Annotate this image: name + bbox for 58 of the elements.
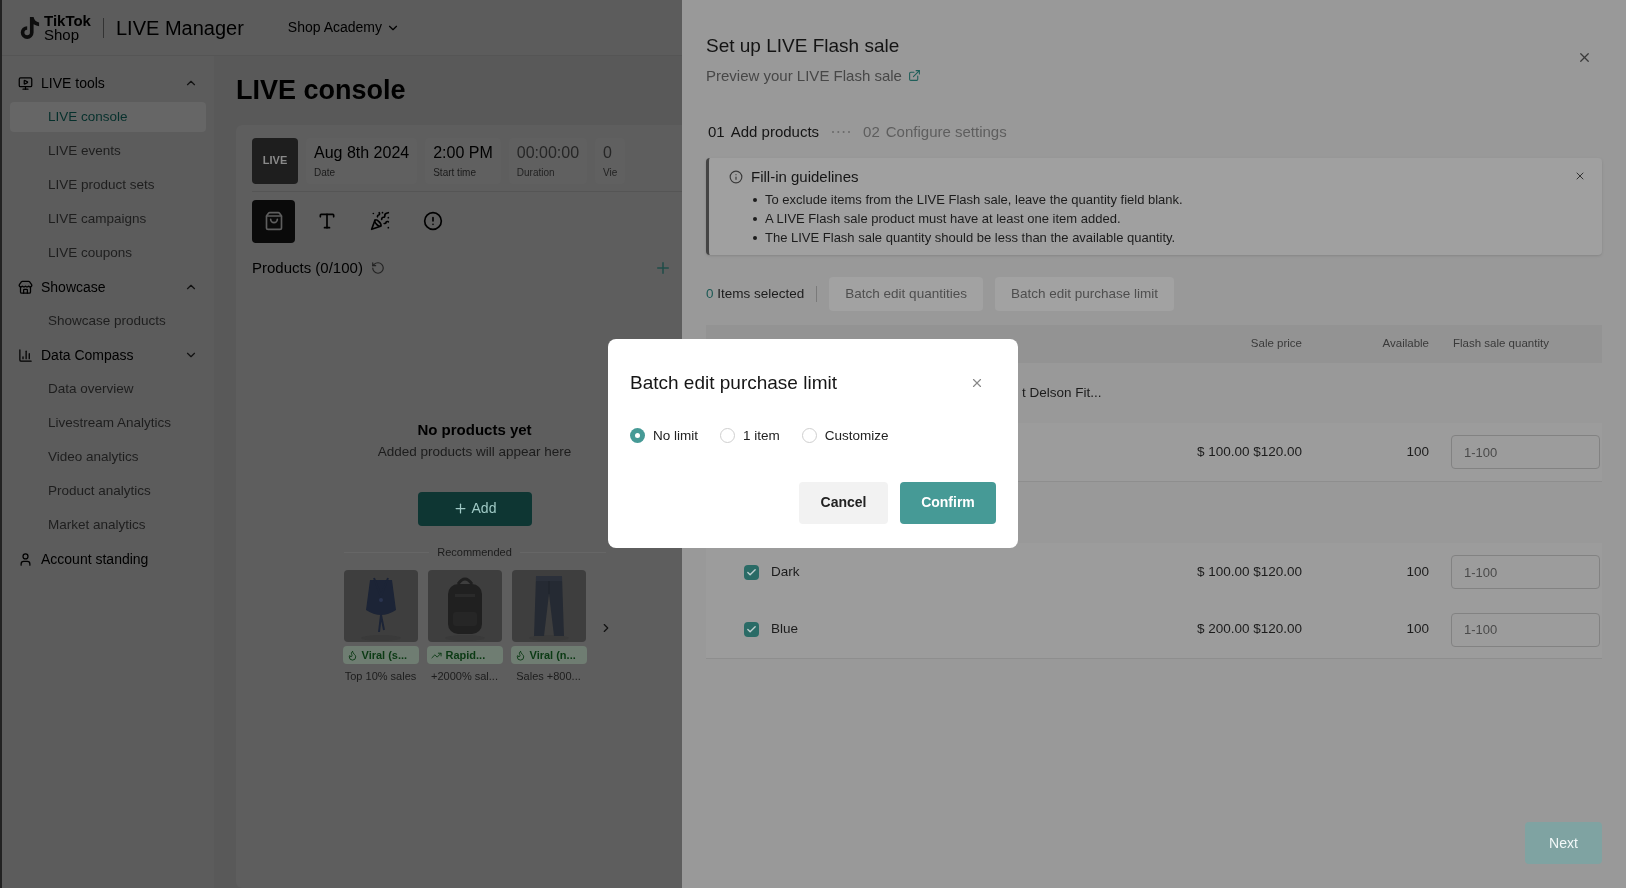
available-cell-text: 100 <box>1405 562 1429 581</box>
guideline-text: The LIVE Flash sale quantity should be less than the available quantity. <box>753 228 1586 247</box>
cancel-button[interactable]: Cancel <box>799 481 888 524</box>
selected-count: 0 Items selected <box>706 284 805 303</box>
sidebar-section[interactable]: Account standing <box>41 548 198 570</box>
variant-name: Blue <box>771 620 799 639</box>
sidebar-item[interactable]: LIVE console <box>10 102 206 132</box>
products-title: Products (0/100) <box>252 257 363 278</box>
shop-academy-menu[interactable]: Shop Academy <box>287 17 400 38</box>
radio-option[interactable]: 1 item <box>720 425 780 446</box>
product-caption: Top 10% sales <box>344 669 417 685</box>
sidebar-item[interactable]: LIVE coupons <box>10 238 206 268</box>
quantity-input[interactable]: 1-100 <box>1451 612 1600 647</box>
price-cell-text: $ 100.00 $120.00 <box>1195 562 1302 581</box>
step-tab[interactable]: 02 Configure settings <box>863 121 1007 144</box>
sidebar-item[interactable]: LIVE campaigns <box>10 204 206 234</box>
empty-text: Added products will appear here <box>377 442 572 461</box>
drawer-title: Set up LIVE Flash sale <box>706 34 901 58</box>
product-name: t Delson Fit... <box>1022 383 1102 402</box>
column-header: Sale price <box>1249 336 1302 352</box>
quantity-input[interactable]: 1-100 <box>1451 435 1600 469</box>
sidebar-item[interactable]: LIVE product sets <box>10 170 206 200</box>
sidebar-item[interactable]: Showcase products <box>10 306 206 336</box>
price-cell-text: $ 100.00 $120.00 <box>1195 442 1302 461</box>
guideline-text: A LIVE Flash sale product must have at least one item added. <box>753 209 1586 228</box>
sidebar-section[interactable]: Data Compass <box>41 344 176 366</box>
dialog-title: Batch edit purchase limit <box>630 371 837 395</box>
column-header: Available <box>1381 336 1429 352</box>
column-header: Flash sale quantity <box>1452 336 1550 352</box>
product-caption: Sales +800... <box>516 669 581 685</box>
recommended-label: Recommended <box>437 544 512 560</box>
available-cell-text: 100 <box>1405 620 1429 639</box>
sidebar-item[interactable]: Market analytics <box>10 510 206 540</box>
sidebar-item[interactable]: Video analytics <box>10 442 206 472</box>
sidebar-section[interactable]: LIVE tools <box>41 72 176 94</box>
radio-option[interactable]: Customize <box>801 425 889 446</box>
product-caption: +2000% sal... <box>431 669 498 685</box>
confirm-button[interactable]: Confirm <box>900 481 996 524</box>
step-tab[interactable]: 01 Add products <box>708 121 820 144</box>
page-title: LIVE console <box>236 74 407 107</box>
add-button[interactable]: Add <box>417 491 532 526</box>
sidebar-item[interactable]: LIVE events <box>10 136 206 166</box>
live-thumbnail: LIVE <box>252 137 298 184</box>
quantity-input[interactable]: 1-100 <box>1451 555 1600 589</box>
sidebar-section[interactable]: Showcase <box>41 276 176 298</box>
variant-name: Dark <box>771 562 800 581</box>
empty-title: No products yet <box>417 420 532 440</box>
app-title: LIVE Manager <box>115 15 244 41</box>
sidebar-item[interactable]: Product analytics <box>10 476 206 506</box>
radio-option[interactable]: No limit <box>630 425 698 446</box>
preview-link[interactable]: Preview your LIVE Flash sale <box>706 64 921 87</box>
sidebar-item[interactable]: Data overview <box>10 374 206 404</box>
price-cell-text: $ 200.00 $120.00 <box>1195 620 1302 639</box>
available-cell-text: 100 <box>1405 442 1429 461</box>
guidelines-title: Fill-in guidelines <box>751 166 859 187</box>
sidebar-item[interactable]: Livestream Analytics <box>10 408 206 438</box>
guideline-text: To exclude items from the LIVE Flash sale, leave the quantity field blank. <box>753 190 1586 209</box>
logo-text: TikTok Shop <box>44 13 91 42</box>
